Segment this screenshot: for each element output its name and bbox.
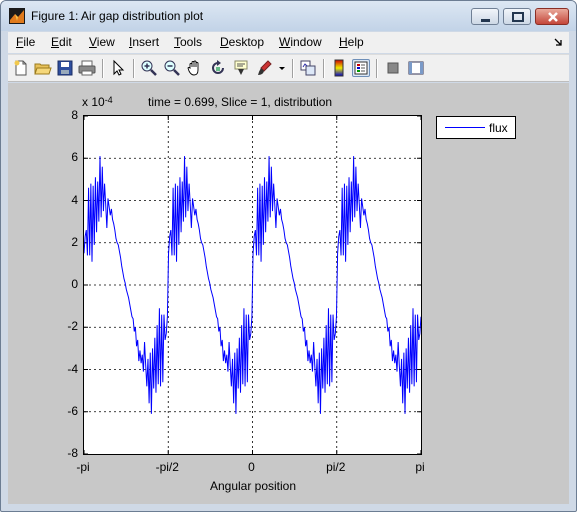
plot-area [84,116,421,454]
menu-desktop[interactable]: Desktop [220,35,264,49]
save-icon[interactable] [56,59,74,77]
plot-axes[interactable] [83,115,422,455]
data-cursor-icon[interactable] [232,59,250,77]
figure-toolbar [8,54,569,82]
link-plot-icon[interactable] [299,59,317,77]
open-file-icon[interactable] [34,59,52,77]
pan-hand-icon[interactable] [186,59,204,77]
x-tick-label: 0 [248,460,255,474]
menu-file[interactable]: File [16,35,35,49]
x-tick-label: pi/2 [326,460,346,474]
y-tick-label: -4 [67,361,78,376]
y-tick-label: -6 [67,403,78,418]
y-tick-label: -8 [67,446,78,460]
zoom-out-icon[interactable] [163,59,181,77]
toolbar-separator [323,59,325,78]
y-tick-label: 0 [71,277,78,291]
close-button[interactable] [535,8,569,25]
insert-legend-button[interactable] [352,59,370,77]
close-icon [548,12,558,22]
x-tick-label: -pi [76,460,90,474]
window-title: Figure 1: Air gap distribution plot [31,9,204,23]
figure-window: Figure 1: Air gap distribution plot File… [0,0,577,512]
x-tick-label: pi [415,460,425,474]
print-icon[interactable] [78,59,96,77]
x-tick-label: -pi/2 [155,460,179,474]
menu-view[interactable]: View [89,35,115,49]
rotate-3d-icon[interactable] [209,59,227,77]
maximize-button[interactable] [503,8,531,25]
minimize-icon [481,19,490,22]
toolbar-separator [292,59,294,78]
insert-legend-icon [354,61,368,75]
x-axis-label: Angular position [209,479,297,493]
show-plot-tools-icon[interactable] [407,59,425,77]
menu-bar: File Edit View Insert Tools Desktop Wind… [8,32,569,53]
legend[interactable]: flux [436,116,516,139]
menu-help[interactable]: Help [339,35,364,49]
hide-plot-tools-icon[interactable] [384,59,402,77]
maximize-icon [512,12,524,22]
matlab-logo-icon [9,8,25,24]
dock-figure-icon[interactable] [553,37,563,47]
menu-edit[interactable]: Edit [51,35,72,49]
y-tick-label: 2 [71,234,78,249]
toolbar-separator [376,59,378,78]
y-tick-label: -2 [67,319,78,334]
plot-title: time = 0.699, Slice = 1, distribution [148,95,333,109]
new-figure-icon[interactable] [12,59,30,77]
figure-canvas: x 10-4 time = 0.699, Slice = 1, distribu… [8,83,569,504]
toolbar-separator [133,59,135,78]
title-bar[interactable]: Figure 1: Air gap distribution plot [1,1,576,31]
y-tick-label: 6 [71,150,78,165]
y-tick-label: 4 [71,192,78,207]
y-axis-exponent: x 10-4 [82,95,113,109]
y-tick-label: 8 [71,108,78,122]
legend-line-flux [445,127,485,128]
menu-window[interactable]: Window [279,35,322,49]
toolbar-separator [102,59,104,78]
menu-insert[interactable]: Insert [129,35,159,49]
insert-colorbar-icon[interactable] [330,59,348,77]
brush-icon[interactable] [255,59,273,77]
brush-dropdown-icon[interactable] [278,59,286,77]
legend-label-flux: flux [489,121,508,135]
minimize-button[interactable] [471,8,499,25]
edit-plot-arrow-icon[interactable] [109,59,127,77]
menu-tools[interactable]: Tools [174,35,202,49]
zoom-in-icon[interactable] [140,59,158,77]
